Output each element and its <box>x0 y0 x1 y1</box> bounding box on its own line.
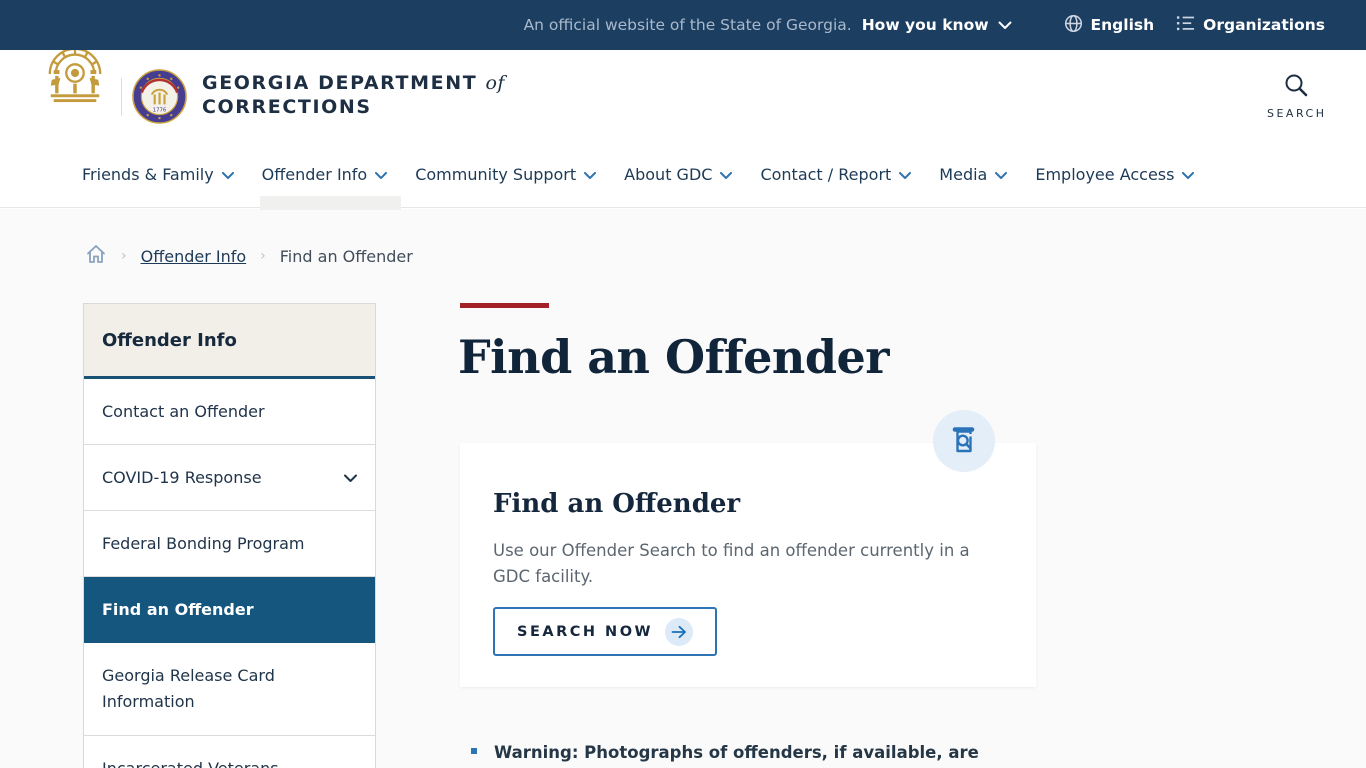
chevron-down-icon <box>584 165 597 184</box>
nav-contact-report[interactable]: Contact / Report <box>760 142 912 207</box>
chevron-down-icon <box>221 165 234 184</box>
search-button[interactable]: SEARCH <box>1267 72 1325 120</box>
arrow-right-icon <box>665 617 694 646</box>
page-title: Find an Offender <box>458 330 890 384</box>
organizations-button[interactable]: Organizations <box>1176 15 1325 35</box>
chevron-down-icon <box>995 165 1008 184</box>
breadcrumb-current-page: Find an Offender <box>279 246 413 266</box>
home-icon[interactable] <box>85 243 107 269</box>
nav-offender-info[interactable]: Offender Info <box>259 142 401 210</box>
government-topbar: An official website of the State of Geor… <box>0 0 1366 50</box>
site-header: 1776 GEORGIA DEPARTMENT of CORRECTIONS S… <box>0 29 1366 142</box>
find-offender-card: Find an Offender Use our Offender Search… <box>460 410 1036 687</box>
chevron-down-icon <box>344 465 357 491</box>
search-now-label: SEARCH NOW <box>517 623 654 640</box>
search-label: SEARCH <box>1267 107 1327 120</box>
gdc-seal: 1776 <box>132 69 187 124</box>
list-icon <box>1176 15 1195 35</box>
chevron-down-icon <box>899 165 912 184</box>
chevron-down-icon <box>998 16 1012 34</box>
agency-name[interactable]: GEORGIA DEPARTMENT of CORRECTIONS <box>202 71 505 119</box>
how-you-know-toggle[interactable]: How you know <box>862 16 1012 34</box>
official-website-text: An official website of the State of Geor… <box>523 16 852 34</box>
offender-search-icon-circle <box>933 410 995 472</box>
nav-about-gdc[interactable]: About GDC <box>624 142 733 207</box>
chevron-down-icon <box>720 165 733 184</box>
sidebar-item-incarcerated-veterans[interactable]: Incarcerated Veterans <box>84 736 375 768</box>
sidebar-item-georgia-release-card[interactable]: Georgia Release Card Information <box>84 643 375 736</box>
globe-icon <box>1064 14 1083 37</box>
sidebar-item-covid-19-response[interactable]: COVID-19 Response <box>84 445 375 511</box>
breadcrumb-separator: › <box>121 248 127 264</box>
organizations-label: Organizations <box>1203 16 1325 34</box>
card-title: Find an Offender <box>493 489 741 519</box>
main-navigation: Friends & Family Offender Info Community… <box>0 142 1366 210</box>
how-you-know-label: How you know <box>861 16 989 34</box>
warning-list-item: Warning: Photographs of offenders, if av… <box>471 740 1041 768</box>
chevron-down-icon <box>375 165 388 184</box>
language-selector[interactable]: English <box>1064 14 1155 37</box>
sidebar-item-find-an-offender[interactable]: Find an Offender <box>84 577 375 643</box>
breadcrumb-separator: › <box>260 248 266 264</box>
nav-friends-family[interactable]: Friends & Family <box>82 142 234 207</box>
list-bullet <box>471 748 477 754</box>
sidebar-item-federal-bonding-program[interactable]: Federal Bonding Program <box>84 511 375 577</box>
nav-employee-access[interactable]: Employee Access <box>1035 142 1195 207</box>
nav-community-support[interactable]: Community Support <box>415 142 597 207</box>
svg-text:1776: 1776 <box>153 108 167 114</box>
sidebar-menu: Offender Info Contact an Offender COVID-… <box>83 303 376 768</box>
breadcrumb-offender-info[interactable]: Offender Info <box>141 247 247 266</box>
nav-media[interactable]: Media <box>939 142 1008 207</box>
search-now-button[interactable]: SEARCH NOW <box>493 607 718 656</box>
sidebar-title: Offender Info <box>84 304 375 379</box>
search-icon <box>1283 74 1309 102</box>
arch-icon <box>48 47 102 103</box>
breadcrumb: › Offender Info › Find an Offender <box>85 243 413 269</box>
sidebar-item-contact-an-offender[interactable]: Contact an Offender <box>84 379 375 445</box>
warning-text: Warning: Photographs of offenders, if av… <box>494 743 979 762</box>
document-search-icon <box>947 422 981 460</box>
title-accent-line <box>460 303 549 308</box>
language-label: English <box>1090 16 1155 34</box>
card-description: Use our Offender Search to find an offen… <box>493 541 970 586</box>
header-divider <box>121 78 122 116</box>
chevron-down-icon <box>1182 165 1195 184</box>
